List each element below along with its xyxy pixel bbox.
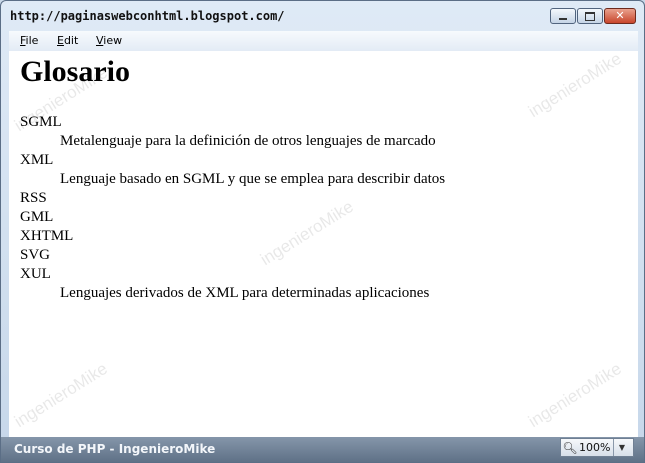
window-title: http://paginaswebconhtml.blogspot.com/: [10, 9, 285, 23]
menu-file[interactable]: File: [20, 34, 38, 47]
glossary-term-rss: RSS: [20, 190, 47, 206]
glossary-list: SGML Metalenguaje para la definición de …: [20, 113, 445, 303]
zoom-level: 100%: [579, 441, 611, 454]
browser-window: http://paginaswebconhtml.blogspot.com/ ✕…: [0, 0, 645, 463]
close-icon: ✕: [615, 9, 625, 22]
glossary-term-svg: SVG: [20, 247, 51, 263]
page-content[interactable]: Glosario SGML Metalenguaje para la defin…: [9, 51, 638, 437]
close-button[interactable]: ✕: [604, 8, 636, 24]
status-bar: Curso de PHP - IngenieroMike 🔍︎ 100% ▼: [1, 437, 644, 462]
menu-edit[interactable]: Edit: [57, 34, 78, 47]
watermark: ingenieroMike: [525, 51, 625, 122]
glossary-term-xhtml: XHTML: [20, 228, 74, 244]
watermark: ingenieroMike: [11, 358, 111, 432]
glossary-term-sgml: SGML: [20, 114, 62, 130]
status-text: Curso de PHP - IngenieroMike: [14, 442, 216, 456]
zoom-control[interactable]: 🔍︎ 100% ▼: [560, 438, 634, 457]
glossary-definition-sgml: Metalenguaje para la definición de otros…: [60, 133, 436, 149]
glossary-term-xul: XUL: [20, 266, 51, 282]
chevron-down-icon[interactable]: ▼: [613, 439, 630, 456]
glossary-term-xml: XML: [20, 152, 54, 168]
minimize-icon: [559, 18, 567, 20]
glossary-term-gml: GML: [20, 209, 54, 225]
menu-view[interactable]: View: [96, 34, 122, 47]
window-controls: ✕: [549, 8, 636, 24]
maximize-icon: [585, 11, 595, 21]
minimize-button[interactable]: [550, 8, 576, 24]
watermark: ingenieroMike: [525, 358, 625, 432]
maximize-button[interactable]: [577, 8, 603, 24]
magnifier-icon: 🔍︎: [562, 440, 578, 455]
glossary-definition-xul: Lenguajes derivados de XML para determin…: [60, 285, 430, 301]
glossary-definition-xml: Lenguaje basado en SGML y que se emplea …: [60, 171, 446, 187]
title-bar[interactable]: http://paginaswebconhtml.blogspot.com/ ✕: [1, 1, 644, 31]
menu-bar: File Edit View: [9, 31, 638, 51]
